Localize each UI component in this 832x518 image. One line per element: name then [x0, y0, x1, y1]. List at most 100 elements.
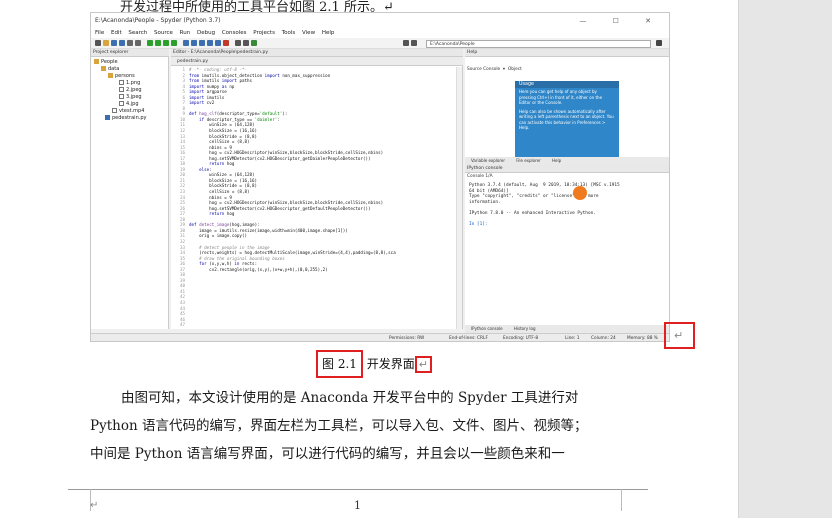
image-file-icon — [119, 101, 124, 106]
tree-item-3-jpeg: 3.jpeg — [119, 94, 142, 101]
tree-item-vtest: vtest.mp4 — [112, 108, 144, 115]
run-icon — [147, 40, 153, 46]
menu-view: View — [302, 30, 316, 36]
console-line: IPython 7.8.0 -- An enhanced Interactive… — [469, 210, 596, 216]
step-into-icon — [199, 40, 205, 46]
console-line: information. — [469, 199, 501, 205]
paragraph-line-1: 由图可知，本文设计使用的是 Anaconda 开发平台中的 Spyder 工具进… — [121, 390, 579, 406]
tree-label: People — [101, 59, 118, 65]
figure-title: 开发界面 — [366, 357, 415, 371]
open-folder-icon — [103, 40, 109, 46]
window-controls: — ☐ ✕ — [579, 17, 663, 25]
tab-ipython-console: IPython console — [471, 326, 503, 331]
figure-caption: 图 2.1 开发界面 ↵ — [316, 350, 432, 378]
console-prompt: In [1]: — [469, 222, 488, 228]
save-icon — [111, 40, 117, 46]
editor-file-tab: pedestrain.py — [171, 57, 463, 66]
code-text: # -*- coding: utf-8 -*- from imutils.obj… — [189, 67, 396, 272]
folder-icon — [101, 66, 106, 71]
menu-debug: Debug — [196, 30, 216, 36]
help-card-text-2: Help can also be shown automatically aft… — [519, 108, 614, 131]
list-icon — [127, 40, 133, 46]
help-pane: Source Console ▾ Object Usage Here you c… — [465, 57, 669, 157]
console-tabs: IPython console History log — [465, 325, 669, 333]
tree-label: data — [108, 66, 120, 72]
menu-help: Help — [321, 30, 335, 36]
tree-label: vtest.mp4 — [119, 108, 145, 114]
code-editor: 1 2 3 4 5 6 7 8 9 10 11 12 13 14 15 16 17 18 19 20 21 22 23 24 2… — [171, 57, 463, 329]
menu-search: Search — [128, 30, 148, 36]
console-line: Python 3.7.4 (default, Aug 9 2019, 18:34… — [469, 183, 620, 188]
tree-label: 3.jpeg — [126, 94, 142, 100]
help-card-text-1: Here you can get help of any object by p… — [519, 89, 603, 105]
status-permissions: Permissions: RW — [389, 336, 425, 341]
step-icon — [191, 40, 197, 46]
document-background-gutter — [738, 0, 832, 518]
red-annotation-box-number — [316, 350, 363, 378]
line-numbers: 1 2 3 4 5 6 7 8 9 10 11 12 13 14 15 16 17 18 19 20 21 22 23 24 2… — [179, 67, 185, 328]
tree-item-people: People — [94, 59, 118, 66]
status-column: Column: 24 — [591, 336, 616, 341]
help-tabs: Variable explorer File explorer Help — [465, 157, 669, 165]
tree-item-persons: persons — [108, 73, 135, 80]
tree-item-1-png: 1.png — [119, 80, 140, 87]
menu-consoles: Consoles — [221, 30, 247, 36]
menu-projects: Projects — [253, 30, 275, 36]
tree-item-pedestrain: pedestrain.py — [105, 115, 146, 122]
tab-variable-explorer: Variable explorer — [471, 158, 505, 163]
project-explorer: People data persons 1.png 2.jpeg 3.jpeg … — [91, 57, 169, 329]
spyder-screenshot: E:\Acanonda\People - Spyder (Python 3.7)… — [90, 12, 670, 342]
save-all-icon — [119, 40, 125, 46]
page-number: 1 — [354, 499, 361, 512]
menu-file: File — [95, 30, 105, 36]
tab-file-explorer: File explorer — [516, 158, 541, 163]
image-file-icon — [119, 80, 124, 85]
tree-item-4-jpg: 4.jpg — [119, 101, 139, 108]
margin-marker-right — [621, 489, 622, 511]
console-output: Python 3.7.4 (default, Aug 9 2019, 18:34… — [469, 183, 620, 228]
debug-icon — [183, 40, 189, 46]
run-selection-icon — [171, 40, 177, 46]
stop-icon — [223, 40, 229, 46]
folder-icon — [108, 73, 113, 78]
status-bar: Permissions: RW End-of-lines: CRLF Encod… — [91, 333, 669, 341]
image-file-icon — [119, 94, 124, 99]
working-directory-field: E:\Acanonda\People — [426, 40, 651, 48]
menu-run: Run — [179, 30, 191, 36]
preferences-icon — [243, 40, 249, 46]
paragraph-line-3: 中间是 Python 语言编写界面，可以进行代码的编写，并且会以一些颜色来和一 — [90, 446, 565, 462]
console-header: IPython console — [465, 165, 669, 173]
tree-item-data: data — [101, 66, 119, 73]
footer-paragraph-mark: ↵ — [90, 500, 99, 511]
image-file-icon — [119, 87, 124, 92]
status-eol: End-of-lines: CRLF — [449, 336, 488, 341]
maximize-pane-icon — [235, 40, 241, 46]
status-encoding: Encoding: UTF-8 — [503, 336, 539, 341]
python-path-icon — [251, 40, 257, 46]
help-object-label: Object — [507, 67, 522, 72]
paragraph-line-2: Python 语言代码的编写，界面左栏为工具栏，可以导入包、文件、图片、视频等； — [90, 418, 588, 434]
page-break-line — [68, 489, 648, 490]
project-explorer-header: Project explorer — [91, 49, 169, 57]
status-memory: Memory: 88 % — [627, 336, 658, 341]
help-source-label: Source Console — [467, 67, 501, 72]
run-cell-advance-icon — [163, 40, 169, 46]
continue-icon — [215, 40, 221, 46]
ipython-console: IPython console Console 1/A Python 3.7.4… — [465, 165, 669, 329]
ruler-icon — [135, 40, 141, 46]
tab-history-log: History log — [513, 326, 536, 331]
tree-item-2-jpeg: 2.jpeg — [119, 87, 142, 94]
menu-source: Source — [154, 30, 173, 36]
console-tab: Console 1/A — [467, 174, 493, 179]
forward-arrow-icon — [411, 40, 417, 46]
help-usage-card: Usage Here you can get help of any objec… — [515, 81, 619, 157]
return-mark-glyph: ↵ — [674, 329, 684, 342]
orange-floating-badge — [573, 186, 587, 200]
new-file-icon — [95, 40, 101, 46]
document-page: 开发过程中所使用的工具平台如图 2.1 所示。↵ E:\Acanonda\Peo… — [0, 0, 738, 518]
editor-header: Editor - E:\Acanonda\People\pedestrain.p… — [171, 49, 463, 57]
red-annotation-box-mark: ↵ — [414, 356, 432, 373]
help-source-row: Source Console ▾ Object — [467, 67, 522, 72]
tree-label: 1.png — [126, 80, 141, 86]
run-cell-icon — [155, 40, 161, 46]
